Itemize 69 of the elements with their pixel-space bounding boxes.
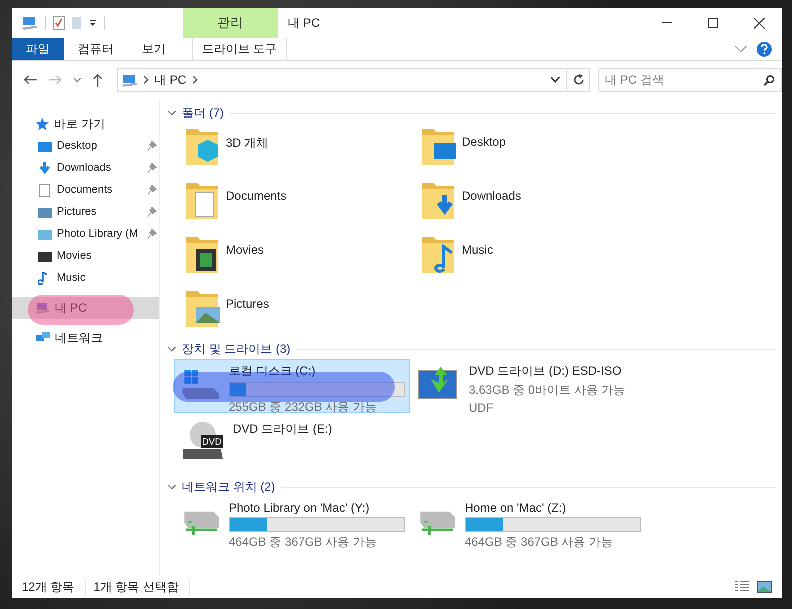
sidebar-item[interactable]: 네트워크: [12, 327, 159, 349]
address-bar[interactable]: 내 PC: [116, 68, 590, 92]
large-icons-view-icon[interactable]: [757, 581, 772, 593]
drive-item[interactable]: DVD DVD 드라이브 (E:): [174, 417, 410, 471]
sidebar-item[interactable]: Documents: [12, 179, 159, 201]
search-icon: [764, 75, 776, 86]
network-icon: [36, 332, 50, 344]
drive-item[interactable]: Photo Library on 'Mac' (Y:) 464GB 중 367GB 사용 가능: [174, 497, 410, 551]
drive-name: Home on 'Mac' (Z:): [465, 501, 568, 515]
section-header[interactable]: 네트워크 위치 (2): [168, 477, 776, 497]
folder-item[interactable]: Downloads: [420, 177, 656, 231]
pin-icon[interactable]: [148, 141, 157, 151]
drive-name: DVD 드라이브 (D:) ESD-ISO: [469, 363, 623, 380]
status-text: 12개 항목: [22, 578, 86, 596]
checklist-icon[interactable]: [53, 16, 65, 30]
sidebar-item[interactable]: Photo Library (M: [12, 223, 159, 245]
contextual-tab-header: 관리: [183, 8, 278, 38]
star-icon: [36, 118, 49, 130]
breadcrumb[interactable]: 내 PC: [154, 72, 187, 88]
help-icon[interactable]: [757, 42, 772, 56]
pin-icon[interactable]: [148, 163, 157, 173]
computer-icon: [36, 302, 50, 314]
drive-item[interactable]: 로컬 디스크 (C:) 255GB 중 232GB 사용 가능: [174, 359, 410, 413]
file-system: UDF: [469, 401, 495, 415]
sidebar-item[interactable]: Downloads: [12, 157, 159, 179]
folder-item[interactable]: 3D 개체: [184, 123, 420, 177]
window-title: 내 PC: [288, 14, 320, 32]
sidebar-item[interactable]: 바로 가기: [12, 113, 159, 135]
chevron-down-icon[interactable]: [551, 77, 560, 83]
drive-name: Photo Library on 'Mac' (Y:): [229, 501, 371, 515]
chevron-right-icon[interactable]: [192, 76, 198, 84]
search-field[interactable]: 내 PC 검색: [598, 68, 782, 92]
folder-item[interactable]: Music: [420, 231, 656, 285]
sidebar-item[interactable]: Pictures: [12, 201, 159, 223]
drive-capacity: 3.63GB 중 0바이트 사용 가능: [469, 382, 626, 399]
drive-capacity: 464GB 중 367GB 사용 가능: [465, 534, 614, 551]
chevron-right-icon[interactable]: [144, 76, 149, 84]
ribbon-tab[interactable]: 컴퓨터: [64, 38, 128, 60]
refresh-icon[interactable]: [573, 74, 586, 86]
sidebar-item[interactable]: Desktop: [12, 135, 159, 157]
up-arrow-icon[interactable]: [92, 74, 103, 86]
computer-icon[interactable]: [22, 16, 38, 30]
folder-item[interactable]: Pictures: [184, 285, 420, 339]
status-text: 1개 항목 선택함: [94, 578, 190, 596]
pin-icon[interactable]: [148, 207, 157, 217]
drive-capacity: 464GB 중 367GB 사용 가능: [229, 534, 378, 551]
close-icon: [754, 18, 764, 28]
section-header[interactable]: 폴더 (7): [168, 103, 776, 123]
sidebar-item[interactable]: Movies: [12, 245, 159, 267]
drive-item[interactable]: Home on 'Mac' (Z:) 464GB 중 367GB 사용 가능: [410, 497, 646, 551]
folder-item[interactable]: Desktop: [420, 123, 656, 177]
drive-item[interactable]: DVD 드라이브 (D:) ESD-ISO 3.63GB 중 0바이트 사용 가능 UDF: [410, 359, 646, 413]
details-view-icon[interactable]: [735, 581, 749, 593]
pin-icon[interactable]: [148, 229, 157, 239]
dropdown-icon[interactable]: [89, 19, 97, 27]
drive-name: DVD 드라이브 (E:): [233, 421, 332, 438]
drive-capacity: 255GB 중 232GB 사용 가능: [229, 399, 378, 416]
sidebar-item[interactable]: Music: [12, 267, 159, 289]
pin-icon[interactable]: [148, 185, 157, 195]
folder-item[interactable]: Movies: [184, 231, 420, 285]
ribbon-tab[interactable]: 파일: [12, 38, 64, 60]
back-arrow-icon[interactable]: [24, 75, 37, 85]
computer-icon: [122, 74, 138, 86]
maximize-icon: [708, 18, 718, 28]
ribbon-tab[interactable]: 보기: [128, 38, 180, 60]
drive-name: 로컬 디스크 (C:): [229, 363, 317, 380]
folder-item[interactable]: Documents: [184, 177, 420, 231]
section-header[interactable]: 장치 및 드라이브 (3): [168, 339, 776, 359]
ribbon-tab[interactable]: 드라이브 도구: [192, 38, 287, 60]
